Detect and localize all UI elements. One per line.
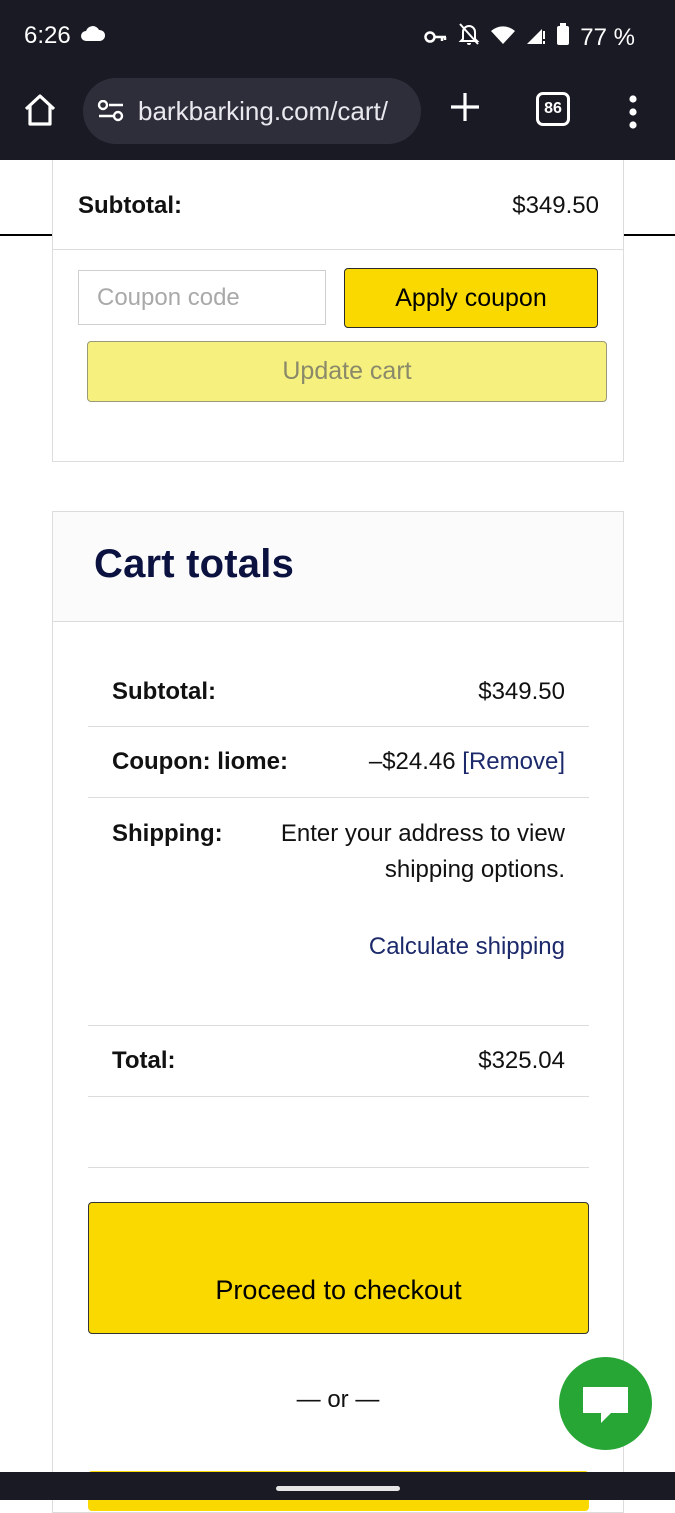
status-bar: 6:26 77 %	[0, 0, 675, 76]
url-text: barkbarking.com/cart/	[138, 96, 388, 126]
subtotal-value: $349.50	[512, 192, 599, 219]
subtotal-label: Subtotal:	[78, 192, 182, 219]
browser-toolbar: barkbarking.com/cart/ 86	[0, 76, 675, 236]
battery-icon	[556, 23, 570, 52]
shipping-message: Enter your address to view shipping opti…	[280, 820, 565, 883]
calculate-shipping-link[interactable]: Calculate shipping	[369, 933, 565, 961]
cart-totals-card: Cart totals Subtotal: $349.50 Coupon: li…	[52, 511, 624, 1513]
cart-totals-header: Cart totals	[53, 512, 623, 622]
divider	[88, 1025, 589, 1026]
divider	[88, 1167, 589, 1168]
wifi-icon	[490, 24, 516, 52]
cart-actions-card: Subtotal: $349.50 Apply coupon Update ca…	[52, 160, 624, 462]
total-label: Total:	[112, 1047, 176, 1074]
signal-icon	[526, 24, 546, 52]
divider	[88, 797, 589, 798]
apply-coupon-button[interactable]: Apply coupon	[344, 268, 598, 328]
system-nav-bar	[0, 1472, 675, 1500]
key-icon	[424, 24, 448, 52]
totals-subtotal-value: $349.50	[478, 678, 565, 705]
status-time: 6:26	[24, 22, 71, 49]
or-separator: — or —	[296, 1386, 380, 1413]
home-icon[interactable]	[22, 92, 62, 132]
coupon-code-input[interactable]	[78, 270, 326, 325]
coupon-discount: –$24.46 [Remove]	[369, 748, 565, 776]
plus-icon[interactable]	[448, 90, 484, 126]
chat-button[interactable]	[559, 1357, 652, 1450]
divider	[88, 1096, 589, 1097]
tabs-icon[interactable]: 86	[536, 92, 570, 126]
update-cart-button[interactable]: Update cart	[87, 341, 607, 402]
totals-subtotal-label: Subtotal:	[112, 678, 216, 705]
chat-icon	[559, 1387, 652, 1454]
divider	[88, 726, 589, 727]
proceed-to-checkout-button[interactable]: Proceed to checkout	[88, 1202, 589, 1334]
home-gesture-handle[interactable]	[276, 1486, 400, 1491]
total-value: $325.04	[478, 1047, 565, 1074]
remove-coupon-link[interactable]: [Remove]	[462, 748, 565, 775]
shipping-label: Shipping:	[112, 820, 223, 847]
bell-off-icon	[458, 22, 480, 53]
battery-percent: 77 %	[580, 23, 635, 51]
divider	[53, 249, 623, 250]
menu-icon[interactable]	[627, 94, 639, 130]
site-settings-icon[interactable]	[97, 99, 125, 127]
cloud-icon	[80, 24, 106, 47]
cart-totals-title: Cart totals	[94, 542, 295, 586]
coupon-value: –$24.46	[368, 748, 456, 775]
coupon-label: Coupon: liome:	[112, 748, 288, 775]
address-bar[interactable]: barkbarking.com/cart/	[83, 78, 421, 144]
